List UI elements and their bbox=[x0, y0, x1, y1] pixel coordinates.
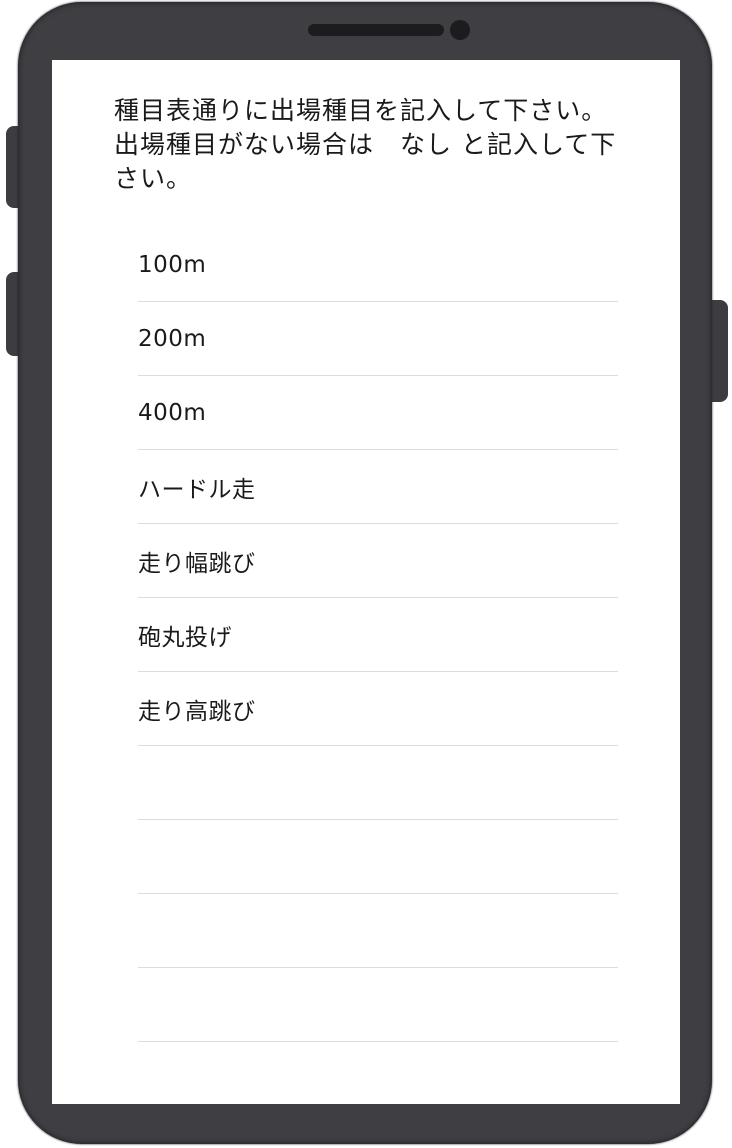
event-field-value: 400m bbox=[138, 399, 207, 426]
event-field-3[interactable]: 400m bbox=[138, 376, 618, 450]
event-field-value: 200m bbox=[138, 325, 207, 352]
event-field-4[interactable]: ハードル走 bbox=[138, 450, 618, 524]
event-field-value: 砲丸投げ bbox=[138, 624, 232, 651]
event-field-5[interactable]: 走り幅跳び bbox=[138, 524, 618, 598]
phone-screen: 種目表通りに出場種目を記入して下さい。出場種目がない場合は なし と記入して下さ… bbox=[52, 60, 680, 1104]
phone-body: 種目表通りに出場種目を記入して下さい。出場種目がない場合は なし と記入して下さ… bbox=[18, 2, 712, 1144]
event-field-1[interactable]: 100m bbox=[138, 228, 618, 302]
form-instruction: 種目表通りに出場種目を記入して下さい。出場種目がない場合は なし と記入して下さ… bbox=[114, 96, 617, 193]
event-field-value: 走り高跳び bbox=[138, 698, 256, 725]
event-field-6[interactable]: 砲丸投げ bbox=[138, 598, 618, 672]
event-field-8[interactable] bbox=[138, 746, 618, 820]
event-field-value: ハードル走 bbox=[138, 476, 256, 503]
event-field-11[interactable] bbox=[138, 968, 618, 1042]
event-field-value: 走り幅跳び bbox=[138, 550, 256, 577]
event-field-9[interactable] bbox=[138, 820, 618, 894]
speaker-grille bbox=[308, 24, 444, 36]
event-field-7[interactable]: 走り高跳び bbox=[138, 672, 618, 746]
event-field-2[interactable]: 200m bbox=[138, 302, 618, 376]
event-entry-list: 100m 200m 400m ハードル走 走り幅跳び 砲丸投げ 走り高跳び bbox=[138, 228, 618, 1042]
event-field-value: 100m bbox=[138, 251, 207, 278]
front-camera bbox=[450, 20, 470, 40]
event-field-10[interactable] bbox=[138, 894, 618, 968]
phone-illustration: 種目表通りに出場種目を記入して下さい。出場種目がない場合は なし と記入して下さ… bbox=[0, 0, 732, 1148]
